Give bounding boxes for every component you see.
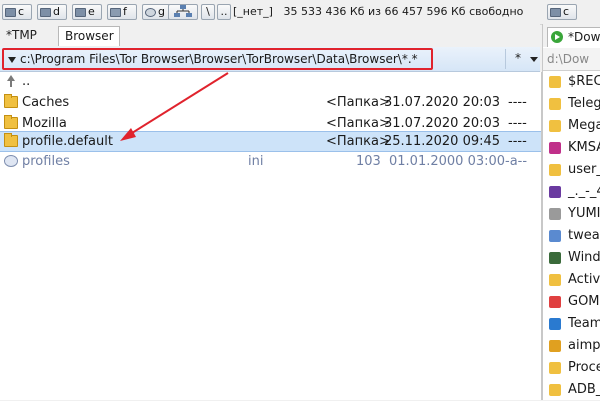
file-name: _._-_4: [568, 184, 600, 199]
list-item[interactable]: YUMI: [543, 204, 600, 225]
file-name: Proce: [568, 360, 600, 375]
file-name: Activ: [568, 272, 600, 287]
file-name: Team: [568, 316, 600, 331]
tab-label: *Downloads: [568, 30, 600, 44]
item-icon: [549, 142, 561, 154]
play-icon: [551, 31, 563, 43]
list-item[interactable]: Team: [543, 314, 600, 335]
file-name: ADB_: [568, 382, 600, 397]
item-icon: [549, 76, 561, 88]
right-panel[interactable]: *Downloads d:\Dow $REC Teleg Mega KMSA user_…: [542, 24, 600, 400]
list-item[interactable]: aimp: [543, 336, 600, 357]
item-icon: [549, 98, 561, 110]
file-name: YUMI: [568, 206, 600, 221]
annotation-arrow: [120, 72, 229, 141]
list-item[interactable]: Wind: [543, 248, 600, 269]
list-item[interactable]: Mega: [543, 116, 600, 137]
item-icon: [549, 208, 561, 220]
list-item[interactable]: user_: [543, 160, 600, 181]
list-item[interactable]: $REC: [543, 72, 600, 93]
list-item[interactable]: Teleg: [543, 94, 600, 115]
item-icon: [549, 252, 561, 264]
item-icon: [549, 230, 561, 242]
tab-downloads[interactable]: *Downloads: [547, 27, 600, 47]
list-item[interactable]: tweak: [543, 226, 600, 247]
item-icon: [549, 120, 561, 132]
list-item[interactable]: Proce: [543, 358, 600, 379]
item-icon: [549, 318, 561, 330]
item-icon: [549, 164, 561, 176]
list-item[interactable]: ADB_: [543, 380, 600, 401]
file-name: tweak: [568, 228, 600, 243]
file-name: $REC: [568, 74, 600, 89]
list-item[interactable]: GOM: [543, 292, 600, 313]
file-name: Teleg: [568, 96, 600, 111]
list-item[interactable]: KMSA: [543, 138, 600, 159]
list-item[interactable]: Activ: [543, 270, 600, 291]
file-name: GOM: [568, 294, 600, 309]
right-tab-bar: *Downloads: [543, 24, 600, 47]
file-name: KMSA: [568, 140, 600, 155]
item-icon: [549, 340, 561, 352]
file-name: Mega: [568, 118, 600, 133]
item-icon: [549, 362, 561, 374]
item-icon: [549, 384, 561, 396]
item-icon: [549, 274, 561, 286]
item-icon: [549, 186, 561, 198]
item-icon: [549, 296, 561, 308]
file-name: user_: [568, 162, 600, 177]
file-name: Wind: [568, 250, 600, 265]
file-name: aimp: [568, 338, 600, 353]
list-item[interactable]: _._-_4: [543, 182, 600, 203]
right-file-list[interactable]: $REC Teleg Mega KMSA user_ _._-_4 YUMI tweak Win…: [543, 72, 600, 400]
right-path-bar[interactable]: d:\Dow: [543, 48, 600, 71]
